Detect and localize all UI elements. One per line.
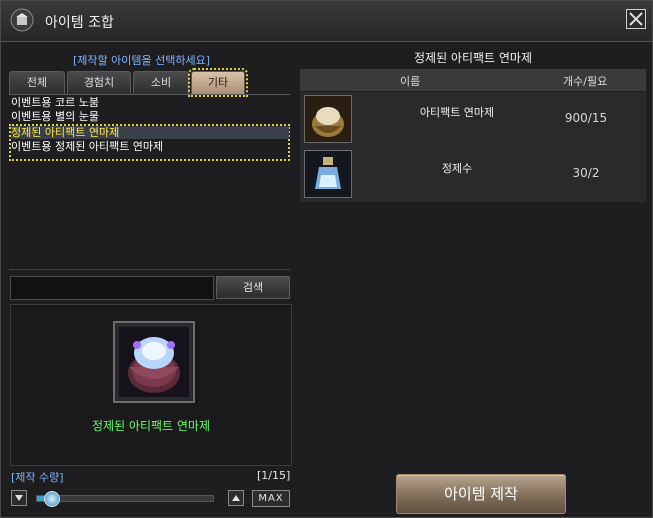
max-quantity-button[interactable]: MAX xyxy=(252,490,290,507)
title-bar[interactable]: 아이템 조합 xyxy=(1,1,652,42)
tab-misc[interactable]: 기타 xyxy=(188,68,248,97)
close-icon xyxy=(629,12,643,26)
material-name: 정제수 xyxy=(441,162,473,175)
column-header-name: 이름 xyxy=(400,75,421,88)
tab-divider xyxy=(9,94,290,95)
item-combine-window: 아이템 조합 [제작할 아이템을 선택하세요] 전체 경험치 소비 기타 이벤트… xyxy=(0,0,653,518)
purified-water-bottle-icon[interactable] xyxy=(304,150,352,198)
decrease-quantity-button[interactable] xyxy=(11,490,27,506)
arrow-up-icon xyxy=(232,495,240,501)
artifact-polish-pouch-icon xyxy=(113,321,195,403)
tab-all[interactable]: 전체 xyxy=(9,71,65,94)
window-title: 아이템 조합 xyxy=(45,15,114,31)
quantity-slider[interactable] xyxy=(36,495,214,502)
tab-consumable[interactable]: 소비 xyxy=(133,71,189,94)
quantity-slider-handle[interactable] xyxy=(44,491,60,507)
tab-experience[interactable]: 경험치 xyxy=(67,71,131,94)
select-item-prompt: [제작할 아이템을 선택하세요] xyxy=(73,54,211,67)
material-row: 정제수 30/2 xyxy=(300,147,646,202)
list-item-selected[interactable]: 정제된 아티팩트 연마제 xyxy=(11,126,289,139)
arrow-down-icon xyxy=(15,495,23,501)
material-row: 아티팩트 연마제 900/15 xyxy=(300,92,646,147)
quantity-label: [제작 수량] xyxy=(11,471,64,484)
column-header-count: 개수/필요 xyxy=(563,75,608,88)
crafting-icon xyxy=(9,7,35,33)
materials-header: 이름 개수/필요 xyxy=(300,69,646,91)
craft-item-button[interactable]: 아이템 제작 xyxy=(396,474,566,514)
search-input[interactable] xyxy=(10,276,214,300)
search-button[interactable]: 검색 xyxy=(216,276,290,299)
recipe-title: 정제된 아티팩트 연마제 xyxy=(413,51,533,65)
material-count: 30/2 xyxy=(572,166,600,180)
list-item[interactable]: 이벤트용 정제된 아티팩트 연마제 xyxy=(11,140,289,153)
list-divider xyxy=(9,269,290,270)
item-preview: 정제된 아티팩트 연마제 xyxy=(10,304,292,466)
material-count: 900/15 xyxy=(564,111,608,125)
material-name: 아티팩트 연마제 xyxy=(419,106,495,119)
list-item[interactable]: 이벤트용 별의 눈물 xyxy=(11,110,289,123)
artifact-polish-icon[interactable] xyxy=(304,95,352,143)
close-button[interactable] xyxy=(626,9,646,29)
increase-quantity-button[interactable] xyxy=(228,490,244,506)
preview-item-name: 정제된 아티팩트 연마제 xyxy=(91,419,211,433)
quantity-count: [1/15] xyxy=(257,469,291,482)
list-item[interactable]: 이벤트용 코르 노붐 xyxy=(11,96,289,109)
